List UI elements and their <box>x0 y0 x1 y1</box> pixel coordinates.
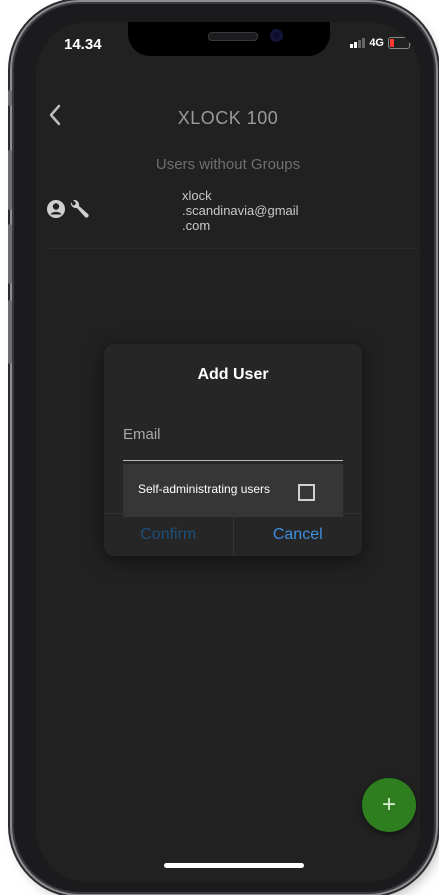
side-button-power <box>8 300 12 364</box>
user-circle-icon <box>47 200 65 218</box>
camera-icon <box>270 29 283 42</box>
self-administrating-checkbox[interactable] <box>298 484 315 501</box>
user-row[interactable]: xlock .scandinavia@gmail .com <box>46 182 418 249</box>
status-indicators: 4G <box>350 37 412 49</box>
home-indicator <box>164 863 304 868</box>
side-button-silent <box>8 90 12 106</box>
wrench-icon <box>70 199 89 218</box>
speaker <box>208 32 258 41</box>
self-administrating-option[interactable]: Self-administrating users <box>123 464 343 517</box>
plus-icon: + <box>381 791 396 818</box>
user-icons <box>46 198 90 220</box>
dialog-title: Add User <box>197 366 269 383</box>
email-field[interactable] <box>123 416 343 461</box>
page-title: XLOCK 100 <box>177 108 279 128</box>
side-button-volume-up <box>8 150 12 210</box>
status-time: 14.34 <box>64 36 102 53</box>
dialog-actions: Confirm Cancel <box>104 513 362 556</box>
side-button-volume-down <box>8 224 12 284</box>
network-type: 4G <box>369 37 384 49</box>
app-screen: 14.34 4G XLOCK 100 Users without Groups … <box>36 22 420 882</box>
battery-icon <box>388 37 412 49</box>
signal-icon <box>350 38 366 48</box>
checkbox-label: Self-administrating users <box>138 482 271 496</box>
add-button[interactable]: + <box>362 778 416 832</box>
user-email: xlock .scandinavia@gmail .com <box>182 188 299 233</box>
battery-level <box>390 39 394 47</box>
confirm-button[interactable]: Confirm <box>104 514 234 556</box>
section-title: Users without Groups <box>155 156 301 173</box>
cancel-button[interactable]: Cancel <box>234 514 363 556</box>
add-user-dialog: Add User Self-administrating users Confi… <box>104 344 362 556</box>
